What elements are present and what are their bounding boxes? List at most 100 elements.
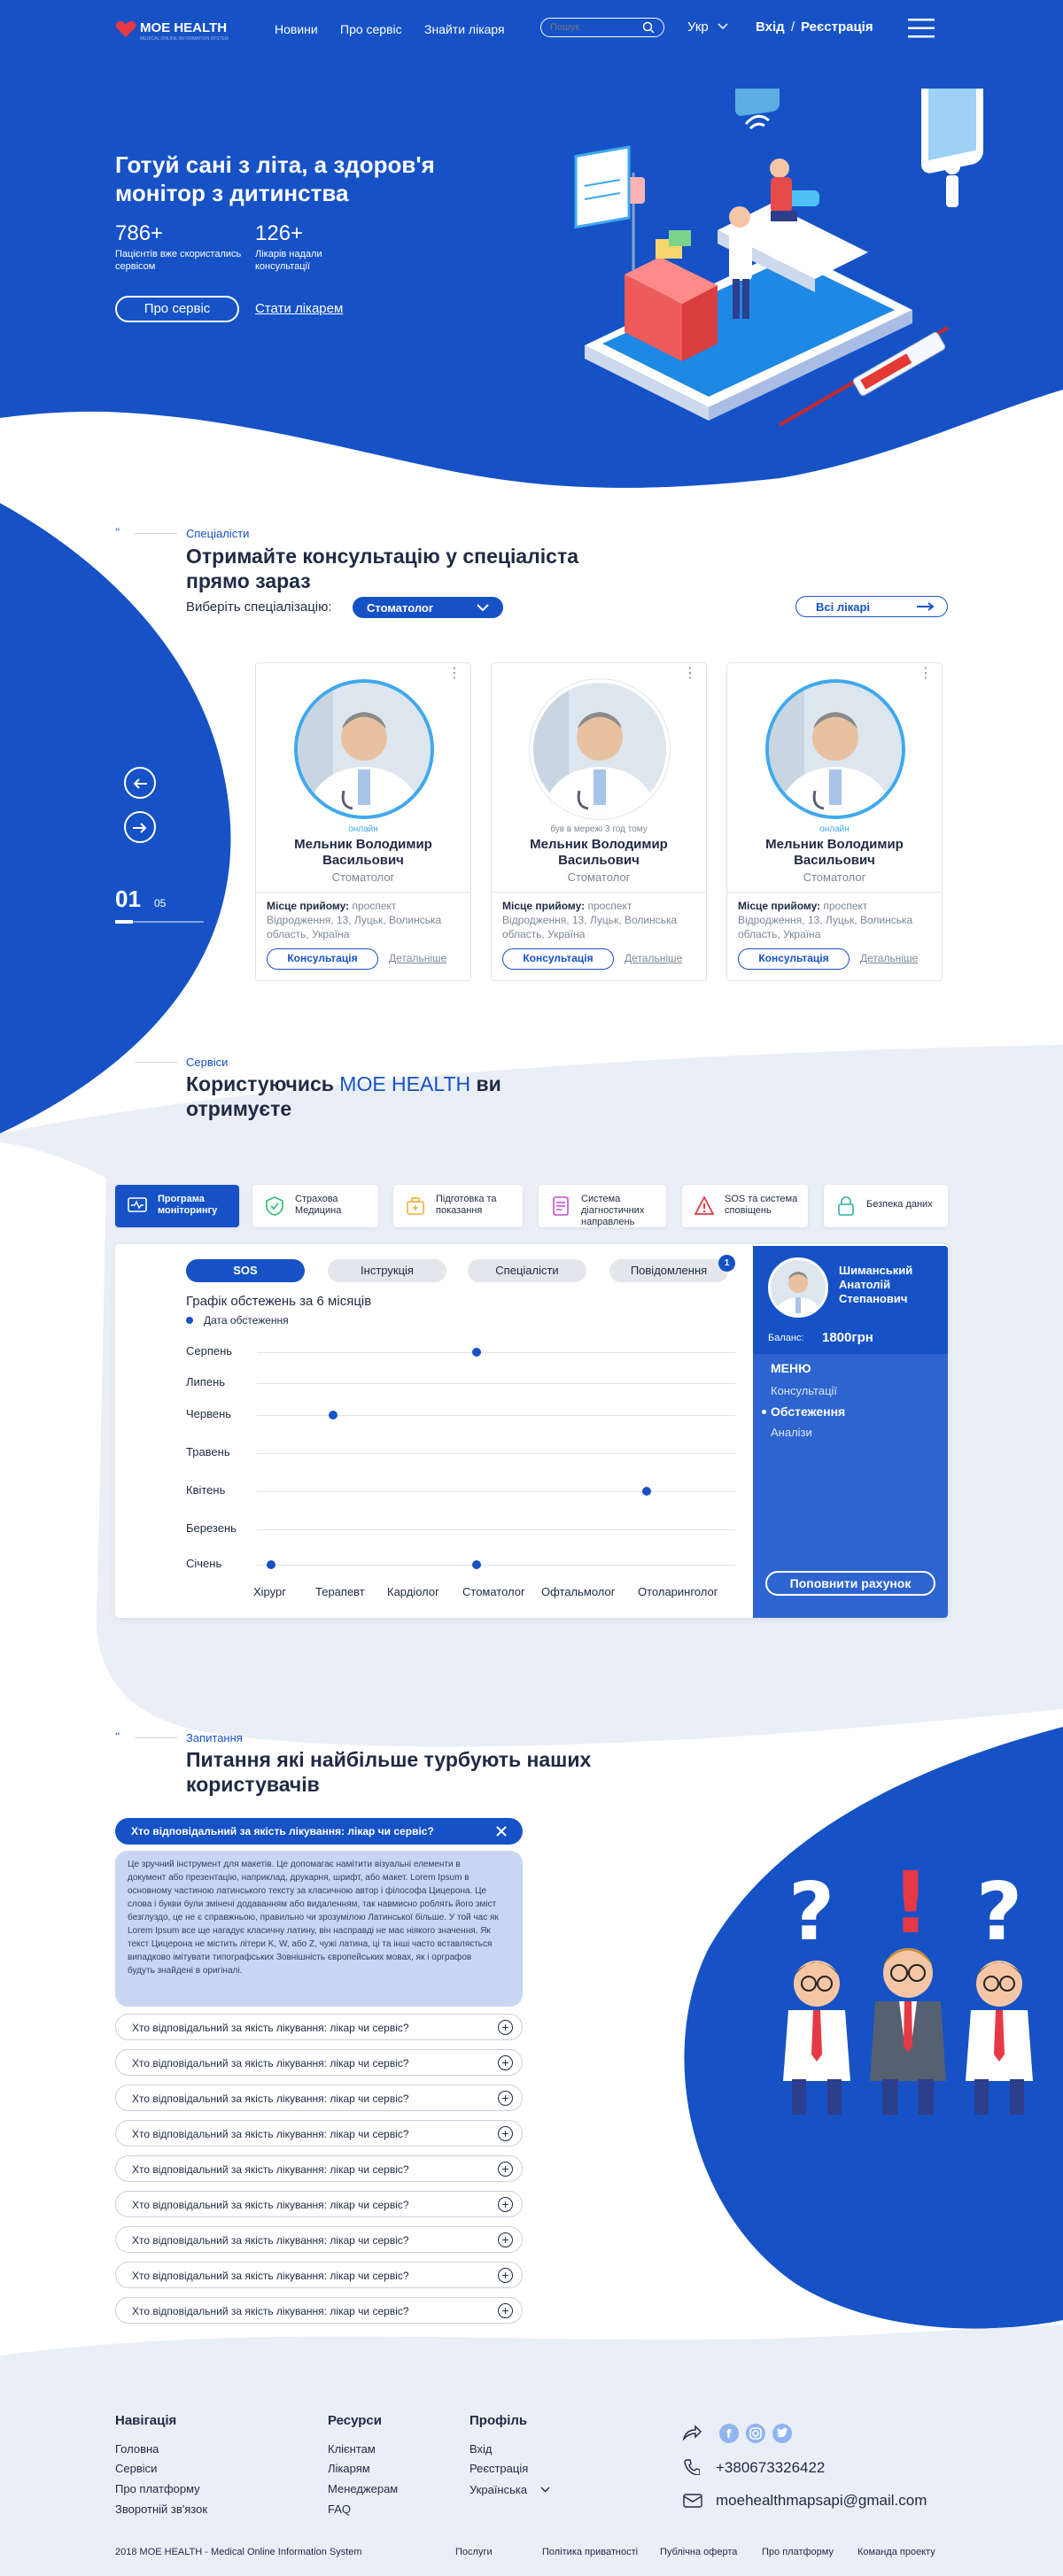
faq-item[interactable]: Хто відповідальний за якість лікування: … (115, 2085, 523, 2111)
tab-security[interactable]: Безпека даних (824, 1185, 948, 1227)
plus-icon[interactable]: + (498, 2126, 513, 2141)
language-label: Укр (687, 19, 709, 35)
footer-link-login[interactable]: Вхід (469, 2442, 493, 2456)
nav-news[interactable]: Новини (275, 22, 318, 36)
svg-text:f: f (726, 2428, 732, 2441)
hamburger-menu-icon[interactable] (908, 18, 935, 39)
pill-sos[interactable]: SOS (186, 1259, 305, 1282)
faq-question: Хто відповідальний за якість лікування: … (132, 2234, 409, 2247)
plus-icon[interactable]: + (498, 2162, 513, 2177)
footer-email[interactable]: moehealthmapsapi@gmail.com (716, 2492, 927, 2510)
menu-item-consultations[interactable]: Консультації (771, 1384, 837, 1397)
about-service-button[interactable]: Про сервіс (115, 296, 239, 322)
footer-link-platform[interactable]: Про платформу (115, 2482, 200, 2495)
tab-insurance[interactable]: Страхова Медицина (252, 1185, 378, 1227)
plus-icon[interactable]: + (498, 2268, 513, 2283)
details-link[interactable]: Детальніше (625, 952, 682, 964)
footer-link-home[interactable]: Головна (115, 2442, 159, 2456)
next-slide-button[interactable] (124, 811, 156, 843)
search-icon[interactable] (642, 21, 655, 34)
plus-icon[interactable]: + (498, 2232, 513, 2247)
footer-language-select[interactable]: Українська (469, 2482, 550, 2498)
footer-link-services[interactable]: Сервіси (115, 2462, 157, 2475)
nav-find-doctor[interactable]: Знайти лікаря (424, 22, 505, 36)
bottom-link-services[interactable]: Послуги (455, 2547, 493, 2557)
language-select[interactable]: Укр (687, 19, 728, 35)
doctor-card[interactable]: ⋮ онлайн Мельник Володимир Васильович Ст… (726, 662, 943, 981)
footer-link-clients[interactable]: Клієнтам (328, 2442, 376, 2456)
more-options-icon[interactable]: ⋮ (683, 667, 697, 681)
bottom-link-privacy[interactable]: Політика приватності (542, 2547, 638, 2557)
login-link[interactable]: Вхід (756, 19, 785, 35)
plus-icon[interactable]: + (498, 2055, 513, 2070)
faq-item[interactable]: Хто відповідальний за якість лікування: … (115, 2120, 523, 2147)
pill-instructions[interactable]: Інструкція (328, 1259, 446, 1282)
faq-open-question[interactable]: Хто відповідальний за якість лікування: … (115, 1818, 523, 1845)
doctor-name: Мельник Володимир Васильович (765, 837, 904, 868)
all-doctors-button[interactable]: Всі лікарі (795, 596, 948, 617)
pill-messages[interactable]: Повідомлення (609, 1259, 728, 1282)
footer-link-doctors[interactable]: Лікарям (328, 2462, 370, 2475)
plus-icon[interactable]: + (498, 2020, 513, 2035)
close-icon[interactable] (496, 1826, 507, 1837)
footer-phone[interactable]: +380673326422 (716, 2459, 825, 2477)
quote-icon: “ (115, 1056, 120, 1064)
details-link[interactable]: Детальніше (860, 952, 918, 964)
faq-item[interactable]: Хто відповідальний за якість лікування: … (115, 2226, 523, 2253)
y-axis-label: Червень (186, 1407, 232, 1420)
become-doctor-link[interactable]: Стати лікарем (255, 301, 343, 316)
footer-link-faq[interactable]: FAQ (328, 2503, 351, 2516)
plus-icon[interactable]: + (498, 2303, 513, 2318)
logo[interactable]: МОЕ HEALTH MEDICAL ONLINE INFORMATION SY… (115, 18, 239, 44)
nav-about[interactable]: Про сервіс (340, 22, 402, 36)
bottom-link-team[interactable]: Команда проекту (857, 2547, 935, 2557)
bottom-link-offer[interactable]: Публічна оферта (660, 2547, 737, 2557)
more-options-icon[interactable]: ⋮ (447, 667, 462, 681)
pill-specialists[interactable]: Спеціалісти (468, 1259, 586, 1282)
prev-slide-button[interactable] (124, 767, 156, 799)
faq-item[interactable]: Хто відповідальний за якість лікування: … (115, 2049, 523, 2076)
tab-diagnostics[interactable]: Система діагностичних направлень (539, 1185, 666, 1227)
doctor-card[interactable]: ⋮ був в мережі 3 год тому Мельник Володи… (491, 662, 707, 981)
tab-preparation[interactable]: Підготовка та показання (393, 1185, 523, 1227)
y-axis-label: Липень (186, 1375, 226, 1389)
menu-item-analyses[interactable]: Аналізи (771, 1426, 812, 1439)
specialization-select[interactable]: Стоматолог (353, 597, 503, 618)
card-divider (727, 892, 942, 893)
search-box[interactable] (540, 18, 664, 37)
details-link[interactable]: Детальніше (389, 952, 446, 964)
consultation-button[interactable]: Консультація (502, 948, 614, 970)
doctor-card[interactable]: ⋮ онлайн Мельник Володимир Васильович Ст… (255, 662, 471, 981)
faq-item[interactable]: Хто відповідальний за якість лікування: … (115, 2297, 523, 2324)
consultation-button[interactable]: Консультація (738, 948, 850, 970)
facebook-icon[interactable]: f (719, 2424, 739, 2443)
plus-icon[interactable]: + (498, 2091, 513, 2106)
instagram-icon[interactable] (746, 2424, 765, 2443)
faq-question: Хто відповідальний за якість лікування: … (132, 2270, 409, 2282)
faq-illustration: ? ? ! (783, 1853, 1033, 2115)
footer-link-managers[interactable]: Менеджерам (328, 2482, 398, 2495)
register-link[interactable]: Реєстрація (801, 19, 873, 35)
faq-answer: Це зручний інструмент для макетів. Це до… (128, 1860, 499, 1976)
bottom-link-platform[interactable]: Про платформу (762, 2547, 834, 2557)
plus-icon[interactable]: + (498, 2197, 513, 2212)
menu-item-examinations[interactable]: Обстеження (771, 1404, 845, 1419)
faq-item[interactable]: Хто відповідальний за якість лікування: … (115, 2014, 523, 2040)
tab-monitoring[interactable]: Програма моніторингу (115, 1185, 239, 1227)
services-title-a: Користуючись (186, 1072, 340, 1095)
faq-item[interactable]: Хто відповідальний за якість лікування: … (115, 2262, 523, 2288)
top-up-button[interactable]: Поповнити рахунок (765, 1571, 935, 1596)
faq-open-question-text: Хто відповідальний за якість лікування: … (131, 1825, 434, 1837)
tab-sos[interactable]: SOS та система сповіщень (682, 1185, 808, 1227)
search-input[interactable] (550, 20, 639, 35)
faq-item[interactable]: Хто відповідальний за якість лікування: … (115, 2191, 523, 2217)
more-options-icon[interactable]: ⋮ (919, 667, 933, 681)
twitter-icon[interactable] (772, 2424, 792, 2443)
consultation-button[interactable]: Консультація (267, 948, 378, 970)
footer-link-register[interactable]: Реєстрація (469, 2462, 528, 2475)
faq-question: Хто відповідальний за якість лікування: … (132, 2128, 409, 2140)
footer-link-feedback[interactable]: Зворотній зв'язок (115, 2503, 207, 2516)
faq-item[interactable]: Хто відповідальний за якість лікування: … (115, 2155, 523, 2182)
y-axis-label: Квітень (186, 1483, 226, 1497)
faq-tag: Запитання (186, 1731, 243, 1744)
